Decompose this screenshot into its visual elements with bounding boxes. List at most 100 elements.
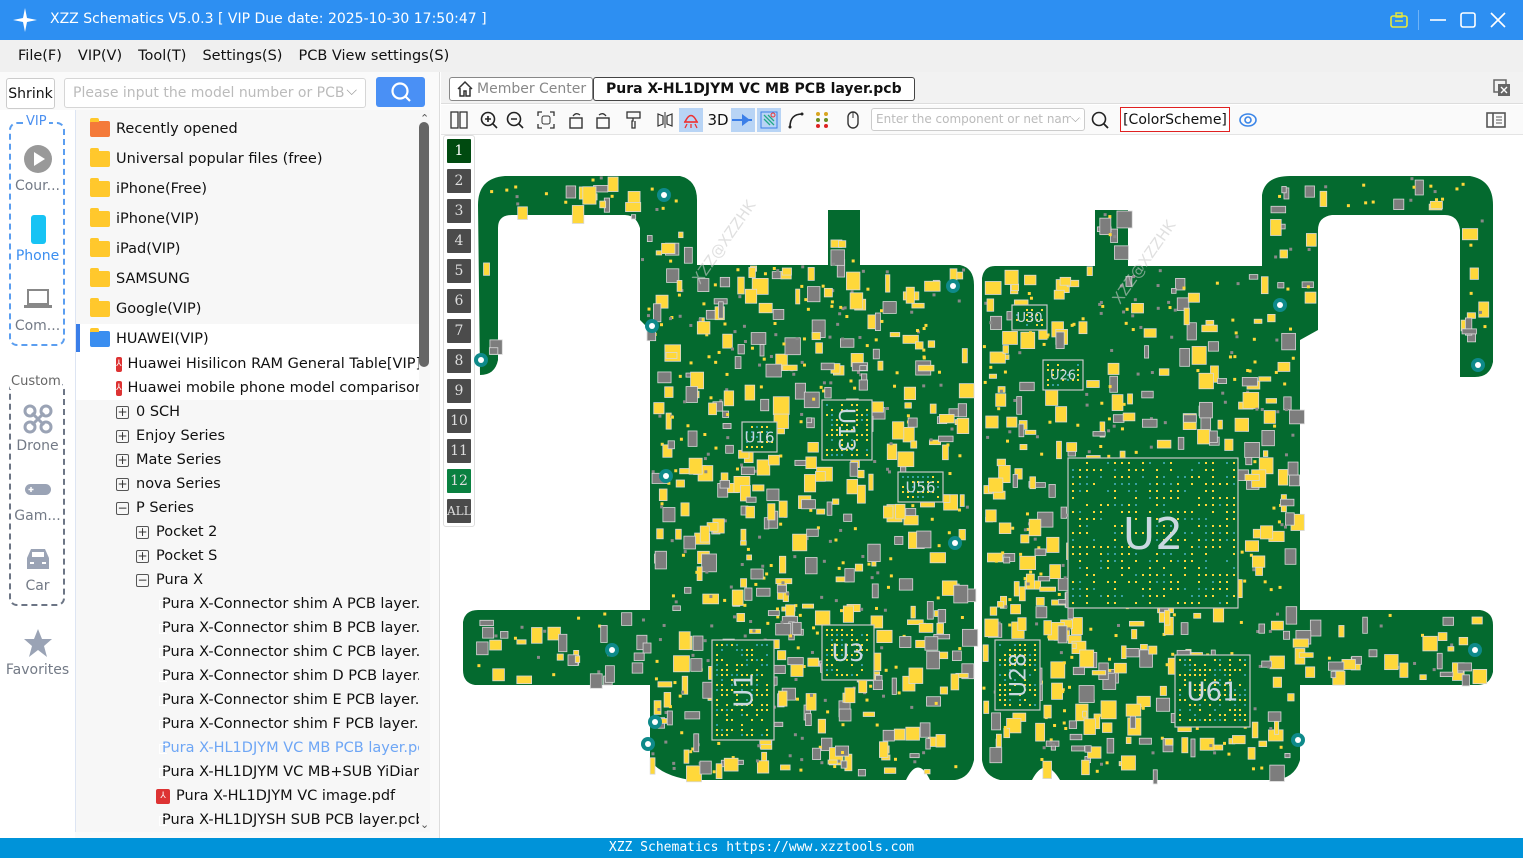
format-painter-icon[interactable] — [622, 108, 646, 132]
chevron-down-icon[interactable]: ⌵ — [1070, 111, 1080, 126]
chip-u13[interactable]: U13 — [821, 399, 873, 461]
close-all-tabs-icon[interactable] — [1493, 79, 1511, 97]
tree-item[interactable]: Pura X-HL1DJYM VC MB PCB layer.pcb — [76, 736, 419, 760]
chip-u1[interactable]: U1 — [711, 639, 775, 741]
close-button[interactable] — [1485, 8, 1511, 32]
minimize-button[interactable] — [1425, 8, 1451, 32]
scroll-down-arrow[interactable]: ⌄ — [420, 818, 429, 831]
tab-member-center[interactable]: Member Center — [449, 77, 594, 101]
sidebar-item-games[interactable]: Gam... — [0, 474, 75, 524]
search-icon[interactable] — [1088, 108, 1112, 132]
via-pad — [840, 751, 844, 755]
tree-item[interactable]: Pura X-Connector shim B PCB layer.pcb — [76, 616, 419, 640]
fit-view-icon[interactable] — [534, 108, 558, 132]
component-pad — [1436, 652, 1443, 670]
color-dots-icon[interactable] — [810, 108, 834, 132]
via-pad — [1221, 391, 1225, 395]
folder-item[interactable]: Recently opened — [76, 114, 419, 144]
tree-item[interactable]: Pura X-HL1DJYM VC MB+SUB YiDian — [76, 760, 419, 784]
probe-icon[interactable] — [679, 108, 703, 132]
expand-icon[interactable]: + — [136, 549, 149, 563]
tree-item[interactable]: − P Series — [76, 496, 419, 520]
folder-item[interactable]: iPhone(VIP) — [76, 204, 419, 234]
tree-item[interactable]: + Enjoy Series — [76, 424, 419, 448]
component-search-input[interactable]: Enter the component or net name ⌵ — [871, 108, 1085, 131]
tab-active-file[interactable]: Pura X-HL1DJYM VC MB PCB layer.pcb — [593, 77, 915, 101]
tree-scrollbar[interactable] — [419, 122, 429, 367]
tree-item[interactable]: Pura X-HL1DJYSH SUB PCB layer.pcb — [76, 808, 419, 832]
tree-item[interactable]: Pura X-Connector shim F PCB layer.pcb — [76, 712, 419, 736]
tree-item[interactable]: + Pocket S — [76, 544, 419, 568]
sidebar-item-courses[interactable]: Cour... — [0, 144, 75, 194]
folder-item[interactable]: iPhone(Free) — [76, 174, 419, 204]
chevron-down-icon[interactable]: ⌵ — [346, 83, 357, 99]
folder-item[interactable]: HUAWEI(VIP) — [76, 324, 419, 354]
menu-file[interactable]: File(F) — [18, 48, 62, 64]
tree-item[interactable]: + nova Series — [76, 472, 419, 496]
sidebar-item-car[interactable]: Car — [0, 544, 75, 594]
zoom-in-icon[interactable] — [477, 108, 501, 132]
tree-item[interactable]: Pura X-Connector shim E PCB layer.pcb — [76, 688, 419, 712]
trace-icon[interactable] — [757, 108, 781, 132]
chip-u2[interactable]: U2 — [1067, 457, 1239, 609]
menu-pcb-view-settings[interactable]: PCB View settings(S) — [298, 48, 449, 64]
tree-item[interactable]: + Mate Series — [76, 448, 419, 472]
split-view-icon[interactable] — [447, 108, 471, 132]
tree-item[interactable]: ⅄ Huawei mobile phone model comparison — [76, 376, 419, 400]
component-pad — [1289, 409, 1305, 425]
eye-icon[interactable] — [1236, 108, 1260, 132]
briefcase-icon[interactable] — [1386, 8, 1412, 32]
3d-view-button[interactable]: 3D — [705, 108, 731, 132]
chip-u16[interactable]: U16 — [741, 421, 778, 453]
menu-settings[interactable]: Settings(S) — [202, 48, 282, 64]
panel-toggle-icon[interactable] — [1484, 108, 1508, 132]
component-pad — [476, 641, 489, 656]
tree-item[interactable]: − Pura X — [76, 568, 419, 592]
expand-icon[interactable]: + — [116, 429, 129, 443]
sidebar-item-drone[interactable]: Drone — [0, 404, 75, 454]
net-highlight-icon[interactable] — [731, 108, 755, 132]
chip-u3[interactable]: U3 — [821, 624, 875, 681]
maximize-button[interactable] — [1455, 8, 1481, 32]
expand-icon[interactable]: + — [136, 525, 149, 539]
tree-item[interactable]: Pura X-Connector shim D PCB layer.pcb — [76, 664, 419, 688]
tree-item[interactable]: ⅄ Huawei Hisilicon RAM General Table[VIP]… — [76, 352, 419, 376]
tree-item[interactable]: Pura X-Connector shim A PCB layer.pcb — [76, 592, 419, 616]
expand-icon[interactable]: + — [116, 477, 129, 491]
expand-icon[interactable]: + — [116, 453, 129, 467]
mouse-icon[interactable] — [841, 108, 865, 132]
chip-u30[interactable]: U30 — [1011, 304, 1048, 331]
rotate-left-icon[interactable] — [564, 108, 588, 132]
model-search-input[interactable]: Please input the model number or PCB ⌵ — [64, 78, 366, 108]
sidebar-item-computer[interactable]: Com... — [0, 284, 75, 334]
sidebar-item-favorites[interactable]: Favorites — [0, 628, 75, 678]
pcb-canvas[interactable]: U2U61U3U1U13U56U16U28U30U26 XZZ@XZZHK XZ… — [441, 135, 1523, 838]
folder-item[interactable]: Universal popular files (free) — [76, 144, 419, 174]
chip-u61[interactable]: U61 — [1174, 654, 1251, 728]
via-pad — [889, 574, 893, 578]
mirror-icon[interactable] — [653, 108, 677, 132]
tree-item[interactable]: +0 SCH — [76, 400, 419, 424]
sidebar-item-phone[interactable]: Phone — [0, 214, 75, 264]
component-pad — [654, 550, 667, 570]
tree-item[interactable]: Pura X-Connector shim C PCB layer.pcb — [76, 640, 419, 664]
chip-u26[interactable]: U26 — [1042, 359, 1084, 391]
menu-tool[interactable]: Tool(T) — [138, 48, 186, 64]
collapse-icon[interactable]: − — [136, 573, 149, 587]
expand-icon[interactable]: + — [116, 405, 129, 419]
shrink-button[interactable]: Shrink — [6, 78, 55, 109]
menu-vip[interactable]: VIP(V) — [78, 48, 122, 64]
tree-item[interactable]: ⅄ Pura X-HL1DJYM VC image.pdf — [76, 784, 419, 808]
folder-item[interactable]: Google(VIP) — [76, 294, 419, 324]
rotate-right-icon[interactable] — [591, 108, 615, 132]
curve-tool-icon[interactable] — [784, 108, 808, 132]
folder-item[interactable]: SAMSUNG — [76, 264, 419, 294]
zoom-out-icon[interactable] — [503, 108, 527, 132]
chip-u28[interactable]: U28 — [994, 639, 1041, 711]
tree-item[interactable]: + Pocket 2 — [76, 520, 419, 544]
folder-item[interactable]: iPad(VIP) — [76, 234, 419, 264]
collapse-icon[interactable]: − — [116, 501, 129, 515]
color-scheme-button[interactable]: [ColorScheme] — [1120, 107, 1230, 132]
chip-u56[interactable]: U56 — [897, 471, 944, 503]
search-button[interactable] — [376, 77, 425, 107]
